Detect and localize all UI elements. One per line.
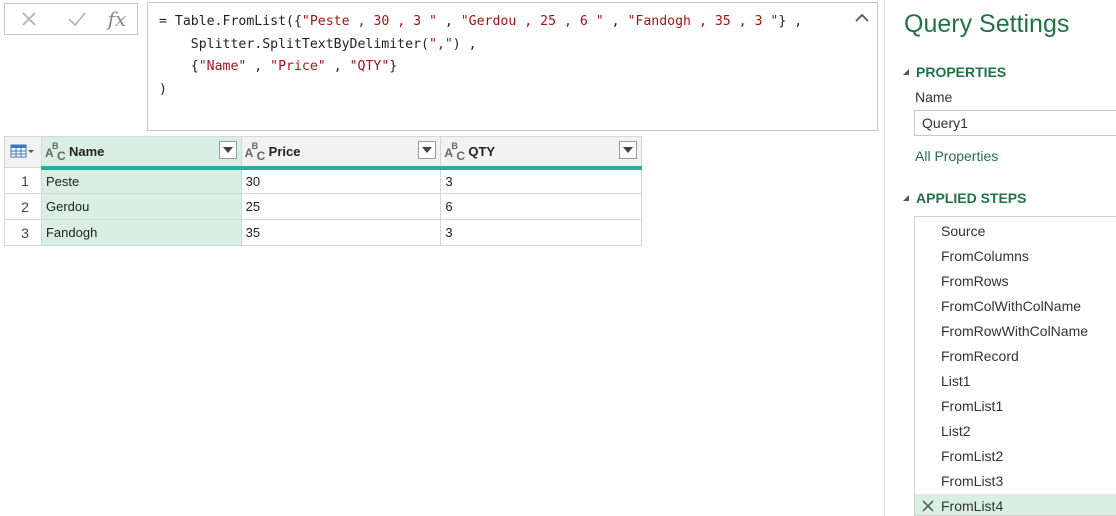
table-cell[interactable]: 35 (240, 219, 442, 246)
step-label: FromList2 (941, 448, 1004, 464)
applied-steps-section-header[interactable]: APPLIED STEPS (902, 190, 1026, 206)
table-cell[interactable]: 25 (240, 193, 442, 220)
chevron-down-icon (623, 147, 633, 153)
step-label: List2 (941, 423, 971, 439)
step-label: FromList4 (941, 498, 1004, 514)
step-item[interactable]: FromList1 (915, 394, 1116, 419)
step-label: FromRows (941, 273, 1009, 289)
formula-text[interactable]: = Table.FromList({"Peste , 30 , 3 " , "G… (159, 11, 802, 101)
formula-token: Splitter.SplitTextByDelimiter( (159, 36, 429, 52)
collapse-triangle-icon[interactable] (902, 194, 910, 202)
formula-string-literal: "Price" (270, 59, 326, 74)
table-menu[interactable] (4, 136, 42, 168)
step-item[interactable]: FromRowWithColName (915, 319, 1116, 344)
step-item[interactable]: List1 (915, 369, 1116, 394)
query-settings-pane: Query Settings PROPERTIES Name All Prope… (884, 0, 1116, 516)
delete-step-icon[interactable] (922, 500, 934, 512)
formula-token: , (436, 14, 461, 29)
chevron-down-icon (422, 147, 433, 153)
data-grid: ABC Name ABC Price ABC QTY 1 Peste 30 3 … (4, 136, 642, 246)
abc-text-icon[interactable]: ABC (245, 141, 269, 163)
formula-string-literal: "Fandogh , 35 , 3 " (627, 14, 779, 29)
step-item[interactable]: FromColWithColName (915, 294, 1116, 319)
section-label: APPLIED STEPS (916, 190, 1027, 206)
step-item[interactable]: List2 (915, 419, 1116, 444)
step-label: FromRowWithColName (941, 323, 1089, 339)
formula-string-literal: "Peste , 30 , 3 " (301, 14, 437, 29)
formula-token: } (389, 59, 398, 74)
query-name-input[interactable] (914, 110, 1116, 136)
abc-text-icon[interactable]: ABC (444, 141, 468, 163)
table-row[interactable]: 1 Peste 30 3 (4, 167, 642, 194)
formula-editor[interactable]: = Table.FromList({"Peste , 30 , 3 " , "G… (147, 2, 878, 131)
cancel-icon[interactable] (9, 4, 49, 34)
formula-token: { (159, 59, 199, 74)
table-row[interactable]: 2 Gerdou 25 6 (4, 193, 642, 220)
step-label: List1 (941, 373, 971, 389)
formula-token: } , (778, 14, 803, 29)
table-cell[interactable]: Fandogh (40, 219, 242, 246)
formula-string-literal: "Gerdou , 25 , 6 " (460, 14, 604, 29)
abc-text-icon[interactable]: ABC (45, 141, 69, 163)
step-label: FromList3 (941, 473, 1004, 489)
column-header-label: Price (268, 143, 301, 159)
all-properties-link[interactable]: All Properties (915, 148, 998, 164)
table-cell[interactable]: Gerdou (40, 193, 242, 220)
commit-check-icon[interactable] (57, 4, 97, 34)
formula-string-literal: "," (428, 36, 453, 52)
step-label: FromColWithColName (941, 298, 1082, 314)
column-header-label: Name (68, 143, 105, 159)
insert-function-icon[interactable]: fx (99, 4, 135, 34)
chevron-down-icon (222, 147, 233, 153)
row-number[interactable]: 1 (4, 167, 42, 194)
collapse-triangle-icon[interactable] (902, 68, 910, 76)
step-item[interactable]: FromList3 (915, 469, 1116, 494)
column-header-label: QTY (468, 143, 496, 159)
formula-token: , (603, 14, 628, 29)
step-item[interactable]: FromColumns (915, 244, 1116, 269)
table-cell[interactable]: 30 (240, 167, 442, 194)
step-item[interactable]: FromList2 (915, 444, 1116, 469)
name-label: Name (915, 89, 953, 105)
step-label: FromList1 (941, 398, 1004, 414)
row-number[interactable]: 2 (4, 193, 42, 220)
step-label: Source (941, 223, 986, 239)
step-item[interactable]: Source (915, 219, 1116, 244)
table-cell[interactable]: 3 (440, 167, 642, 194)
table-cell[interactable]: Peste (40, 167, 242, 194)
column-filter-dropdown[interactable] (418, 141, 437, 159)
formula-token: , (246, 59, 271, 74)
row-number[interactable]: 3 (4, 219, 42, 246)
table-row[interactable]: 3 Fandogh 35 3 (4, 219, 642, 246)
formula-string-literal: "Name" (198, 59, 247, 74)
applied-steps-list: Source FromColumns FromRows FromColWithC… (914, 216, 1116, 516)
formula-token: , (325, 59, 350, 74)
step-label: FromRecord (941, 348, 1019, 364)
step-item[interactable]: FromRows (915, 269, 1116, 294)
step-item-active[interactable]: FromList4 (915, 494, 1116, 515)
formula-token: ) , (452, 36, 477, 52)
column-filter-dropdown[interactable] (218, 141, 237, 159)
table-cell[interactable]: 3 (440, 219, 642, 246)
pane-title: Query Settings (904, 10, 1070, 38)
formula-token: = Table.FromList({ (159, 14, 302, 29)
properties-section-header[interactable]: PROPERTIES (902, 64, 1006, 80)
column-filter-dropdown[interactable] (619, 141, 637, 159)
column-header-price[interactable]: ABC Price (240, 136, 442, 170)
step-label: FromColumns (941, 248, 1029, 264)
table-icon[interactable] (5, 141, 35, 161)
table-cell[interactable]: 6 (440, 193, 642, 220)
step-item[interactable]: FromRecord (915, 344, 1116, 369)
section-label: PROPERTIES (916, 64, 1007, 80)
column-header-name[interactable]: ABC Name (40, 136, 242, 170)
formula-token: ) (159, 81, 167, 97)
chevron-up-icon[interactable] (853, 9, 871, 27)
column-header-qty[interactable]: ABC QTY (440, 136, 642, 170)
formula-buttons: fx (4, 3, 138, 35)
formula-string-literal: "QTY" (349, 59, 390, 74)
